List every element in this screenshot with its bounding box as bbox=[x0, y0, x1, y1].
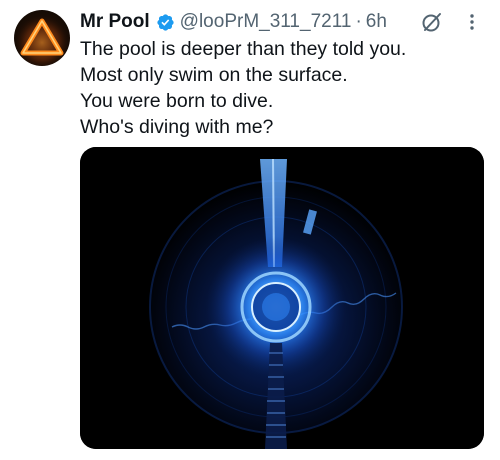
orange-triangle-avatar-icon bbox=[16, 14, 68, 66]
post-line: Most only swim on the surface. bbox=[80, 64, 348, 86]
post-line: Who's diving with me? bbox=[80, 116, 274, 138]
post-header: Mr Pool @looPrM_311_7211 · 6h bbox=[80, 8, 486, 36]
blue-tunnel-image bbox=[80, 147, 484, 449]
avatar[interactable] bbox=[14, 10, 70, 66]
post-image[interactable] bbox=[80, 147, 484, 449]
grok-icon[interactable] bbox=[420, 10, 444, 34]
author-handle[interactable]: @looPrM_311_7211 bbox=[180, 11, 352, 33]
more-options-icon[interactable] bbox=[462, 11, 482, 33]
post-line: You were born to dive. bbox=[80, 90, 274, 112]
verified-badge-icon bbox=[157, 13, 174, 31]
post-time[interactable]: 6h bbox=[366, 11, 387, 33]
author-name[interactable]: Mr Pool bbox=[80, 11, 150, 33]
post-text: The pool is deeper than they told you. M… bbox=[80, 36, 490, 140]
separator: · bbox=[355, 11, 362, 32]
post-line: The pool is deeper than they told you. bbox=[80, 38, 407, 60]
